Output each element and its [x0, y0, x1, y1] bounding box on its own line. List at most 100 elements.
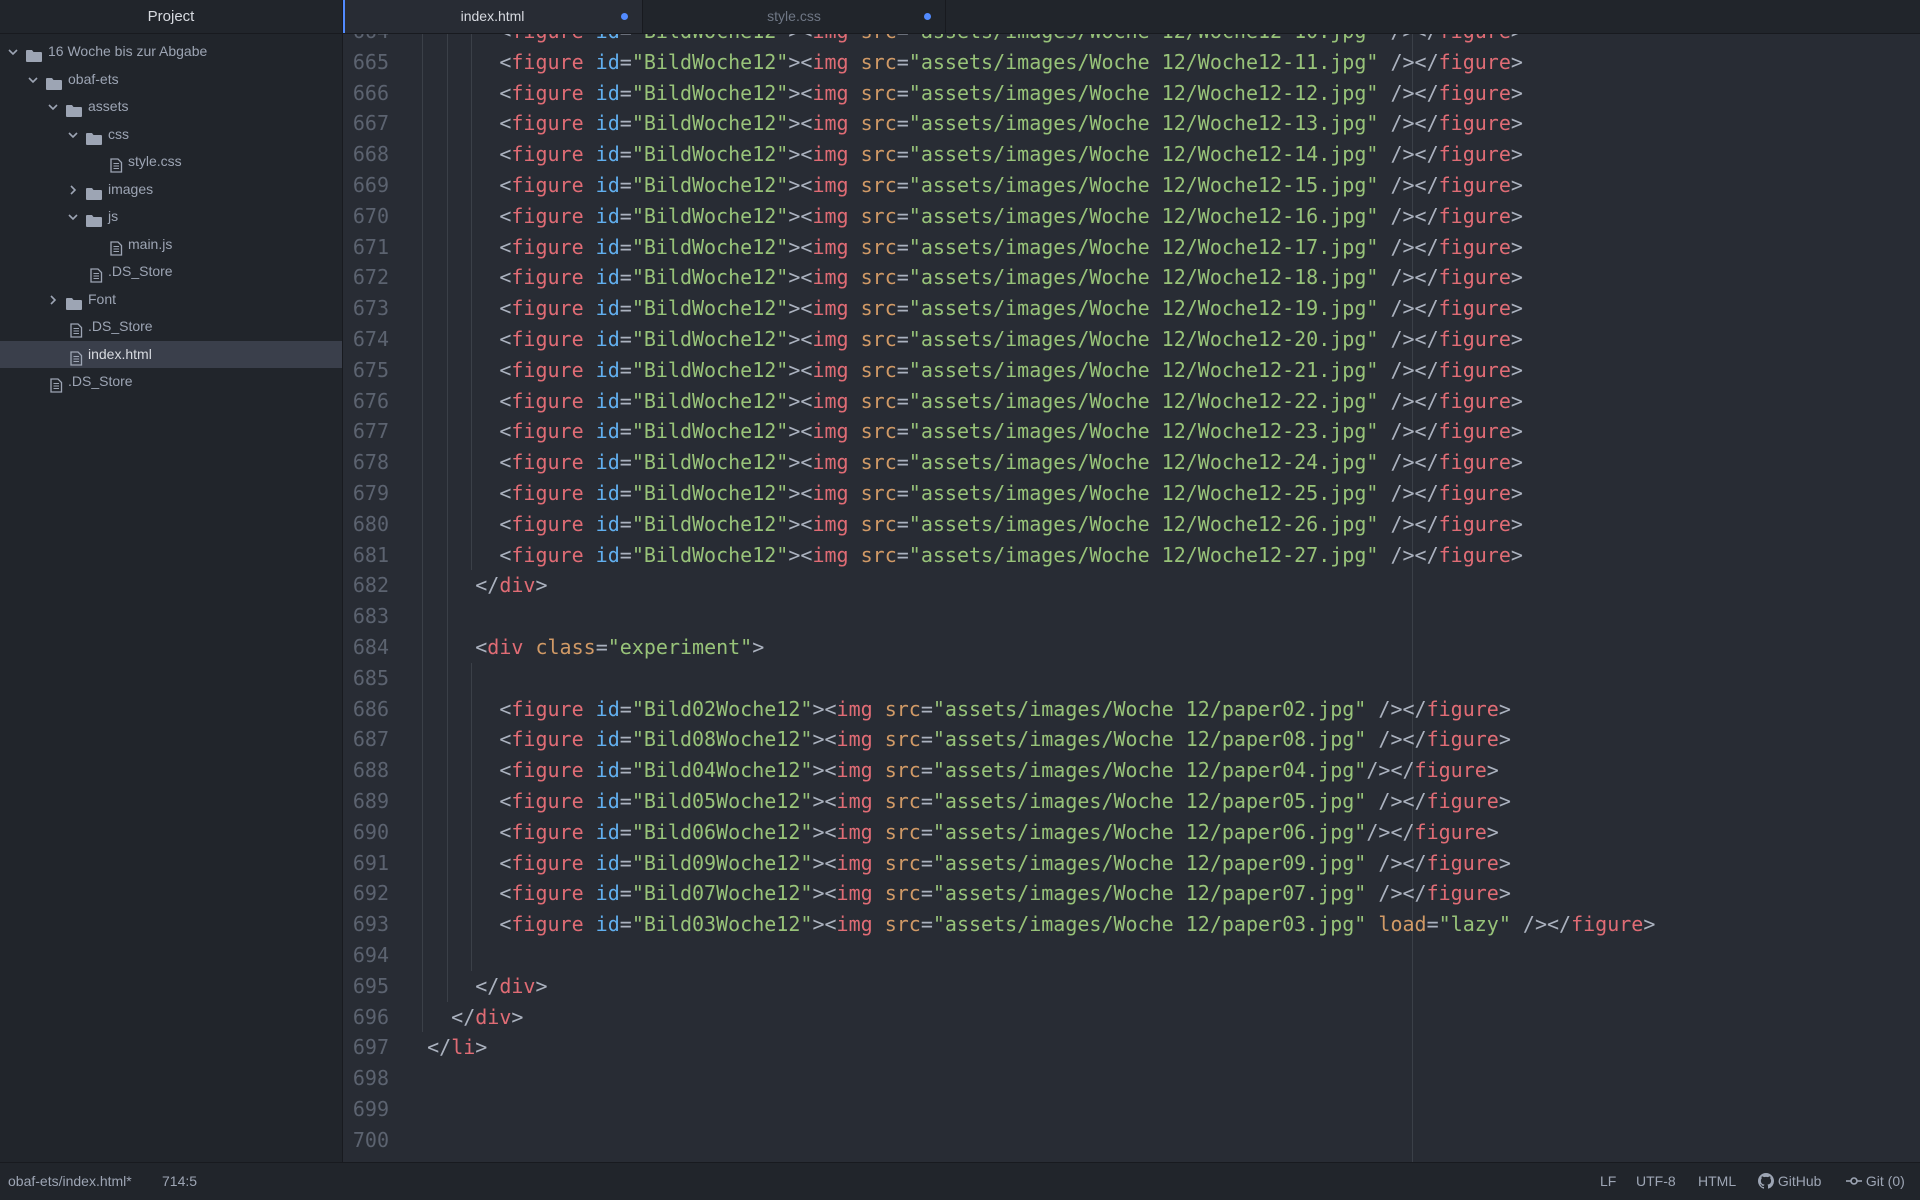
- code-line[interactable]: 692 <figure id="Bild07Woche12"><img src=…: [343, 878, 1920, 910]
- line-number[interactable]: 699: [343, 1094, 389, 1125]
- line-number[interactable]: 680: [343, 509, 389, 540]
- code-line[interactable]: 671 <figure id="BildWoche12"><img src="a…: [343, 231, 1920, 263]
- code-line[interactable]: 686 <figure id="Bild02Woche12"><img src=…: [343, 693, 1920, 725]
- line-number[interactable]: 676: [343, 386, 389, 417]
- code-line[interactable]: 673 <figure id="BildWoche12"><img src="a…: [343, 293, 1920, 324]
- tree-item-style-css[interactable]: style.css: [0, 148, 342, 176]
- line-number[interactable]: 686: [343, 694, 389, 725]
- line-number[interactable]: 681: [343, 540, 389, 571]
- line-number[interactable]: 669: [343, 170, 389, 201]
- code-line[interactable]: 677 <figure id="BildWoche12"><img src="a…: [343, 416, 1920, 448]
- tree-item-ds-store[interactable]: .DS_Store: [0, 368, 342, 396]
- code-line[interactable]: 689 <figure id="Bild05Woche12"><img src=…: [343, 785, 1920, 817]
- tree-item-obaf-ets[interactable]: obaf-ets: [0, 66, 342, 94]
- code-line[interactable]: 670 <figure id="BildWoche12"><img src="a…: [343, 200, 1920, 232]
- code-line[interactable]: 678 <figure id="BildWoche12"><img src="a…: [343, 447, 1920, 478]
- chevron-right-icon[interactable]: [68, 184, 77, 195]
- line-ending[interactable]: LF: [1600, 1163, 1616, 1200]
- line-number[interactable]: 698: [343, 1063, 389, 1094]
- line-number[interactable]: 682: [343, 570, 389, 601]
- line-number[interactable]: 679: [343, 478, 389, 509]
- code-line[interactable]: 690 <figure id="Bild06Woche12"><img src=…: [343, 816, 1920, 848]
- tree-item-16-woche-bis-zur-abgabe[interactable]: 16 Woche bis zur Abgabe: [0, 38, 342, 66]
- chevron-down-icon[interactable]: [68, 212, 78, 221]
- code-line[interactable]: 682 </div>: [343, 570, 1920, 602]
- tree-item-index-html[interactable]: index.html: [0, 340, 342, 368]
- code-line[interactable]: 685: [343, 662, 1920, 694]
- code-line[interactable]: 699: [343, 1094, 1920, 1125]
- line-number[interactable]: 667: [343, 108, 389, 139]
- line-number[interactable]: 692: [343, 878, 389, 909]
- code-line[interactable]: 679 <figure id="BildWoche12"><img src="a…: [343, 477, 1920, 509]
- chevron-down-icon[interactable]: [68, 130, 78, 138]
- line-number[interactable]: 688: [343, 755, 389, 786]
- code-line[interactable]: 667 <figure id="BildWoche12"><img src="a…: [343, 108, 1920, 140]
- code-line[interactable]: 684 <div class="experiment">: [343, 631, 1920, 663]
- line-number[interactable]: 684: [343, 632, 389, 663]
- grammar-selector[interactable]: HTML: [1698, 1163, 1736, 1200]
- code-line[interactable]: 664 <figure id="BildWoche12"><img src="a…: [343, 34, 1920, 47]
- chevron-right-icon[interactable]: [48, 294, 57, 305]
- code-line[interactable]: 681 <figure id="BildWoche12"><img src="a…: [343, 539, 1920, 571]
- tree-item-assets[interactable]: assets: [0, 93, 342, 121]
- chevron-down-icon[interactable]: [28, 75, 38, 83]
- tree-item-css[interactable]: css: [0, 121, 342, 149]
- line-number[interactable]: 665: [343, 47, 389, 78]
- line-number[interactable]: 690: [343, 817, 389, 848]
- line-number[interactable]: 666: [343, 78, 389, 109]
- file-encoding[interactable]: UTF-8: [1636, 1163, 1676, 1200]
- line-number[interactable]: 683: [343, 601, 389, 632]
- line-number[interactable]: 664: [343, 34, 389, 47]
- tree-item-main-js[interactable]: main.js: [0, 231, 342, 259]
- line-number[interactable]: 673: [343, 293, 389, 324]
- code-line[interactable]: 676 <figure id="BildWoche12"><img src="a…: [343, 385, 1920, 417]
- code-line[interactable]: 680 <figure id="BildWoche12"><img src="a…: [343, 508, 1920, 540]
- line-number[interactable]: 696: [343, 1002, 389, 1033]
- line-number[interactable]: 687: [343, 724, 389, 755]
- line-number[interactable]: 685: [343, 663, 389, 694]
- code-line[interactable]: 668 <figure id="BildWoche12"><img src="a…: [343, 139, 1920, 170]
- tree-item-images[interactable]: images: [0, 176, 342, 204]
- line-number[interactable]: 694: [343, 940, 389, 971]
- chevron-down-icon[interactable]: [8, 47, 18, 56]
- code-line[interactable]: 697 </li>: [343, 1032, 1920, 1063]
- tree-item-ds-store[interactable]: .DS_Store: [0, 258, 342, 286]
- code-line[interactable]: 666 <figure id="BildWoche12"><img src="a…: [343, 77, 1920, 109]
- line-number[interactable]: 675: [343, 355, 389, 386]
- tree-item-font[interactable]: Font: [0, 286, 342, 314]
- code-line[interactable]: 696 </div>: [343, 1001, 1920, 1033]
- code-line[interactable]: 669 <figure id="BildWoche12"><img src="a…: [343, 169, 1920, 201]
- line-number[interactable]: 674: [343, 324, 389, 355]
- code-line[interactable]: 665 <figure id="BildWoche12"><img src="a…: [343, 46, 1920, 78]
- code-line[interactable]: 700: [343, 1125, 1920, 1156]
- line-number[interactable]: 693: [343, 909, 389, 940]
- line-number[interactable]: 697: [343, 1032, 389, 1063]
- code-line[interactable]: 688 <figure id="Bild04Woche12"><img src=…: [343, 755, 1920, 786]
- git-button[interactable]: Git (0): [1846, 1163, 1905, 1200]
- code-line[interactable]: 674 <figure id="BildWoche12"><img src="a…: [343, 323, 1920, 355]
- line-number[interactable]: 670: [343, 201, 389, 232]
- code-editor[interactable]: 664 <figure id="BildWoche12"><img src="a…: [343, 34, 1920, 1163]
- tab-style-css[interactable]: style.css: [643, 0, 946, 33]
- code-line[interactable]: 698: [343, 1063, 1920, 1094]
- tree-item-js[interactable]: js: [0, 203, 342, 231]
- code-line[interactable]: 683: [343, 601, 1920, 632]
- line-number[interactable]: 691: [343, 848, 389, 879]
- file-path[interactable]: obaf-ets/index.html*: [8, 1163, 132, 1200]
- line-number[interactable]: 700: [343, 1125, 389, 1156]
- tab-index-html[interactable]: index.html: [343, 0, 643, 33]
- line-number[interactable]: 689: [343, 786, 389, 817]
- code-line[interactable]: 687 <figure id="Bild08Woche12"><img src=…: [343, 724, 1920, 756]
- line-number[interactable]: 678: [343, 447, 389, 478]
- line-number[interactable]: 672: [343, 262, 389, 293]
- code-line[interactable]: 695 </div>: [343, 970, 1920, 1002]
- github-button[interactable]: GitHub: [1758, 1163, 1821, 1200]
- code-line[interactable]: 672 <figure id="BildWoche12"><img src="a…: [343, 262, 1920, 294]
- code-line[interactable]: 675 <figure id="BildWoche12"><img src="a…: [343, 354, 1920, 386]
- code-line[interactable]: 694: [343, 939, 1920, 971]
- line-number[interactable]: 695: [343, 971, 389, 1002]
- line-number[interactable]: 668: [343, 139, 389, 170]
- chevron-down-icon[interactable]: [48, 102, 58, 111]
- cursor-position[interactable]: 714:5: [162, 1163, 197, 1200]
- code-line[interactable]: 691 <figure id="Bild09Woche12"><img src=…: [343, 847, 1920, 879]
